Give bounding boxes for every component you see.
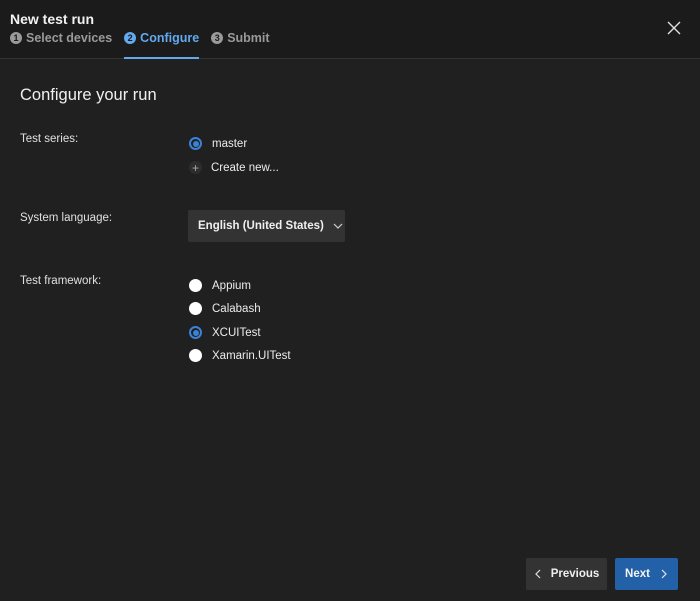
create-new-series-button[interactable]: + Create new...: [189, 161, 279, 175]
next-label: Next: [625, 568, 650, 580]
radio-framework-xamarin-uitest[interactable]: Xamarin.UITest: [189, 349, 291, 362]
radio-button-checked[interactable]: [189, 137, 202, 150]
page-heading: Configure your run: [20, 86, 157, 104]
chevron-down-icon: [333, 223, 343, 229]
test-framework-label: Test framework:: [20, 275, 102, 287]
next-button[interactable]: Next: [615, 558, 678, 590]
radio-label: XCUITest: [212, 326, 261, 339]
previous-button[interactable]: Previous: [526, 558, 607, 590]
radio-label: Appium: [212, 279, 251, 292]
radio-label: Calabash: [212, 302, 261, 315]
radio-button-checked[interactable]: [189, 326, 202, 339]
radio-framework-calabash[interactable]: Calabash: [189, 302, 261, 315]
radio-button[interactable]: [189, 302, 202, 315]
radio-framework-appium[interactable]: Appium: [189, 279, 251, 292]
radio-button[interactable]: [189, 279, 202, 292]
plus-icon: +: [189, 161, 202, 175]
step-label: Configure: [140, 31, 200, 45]
radio-test-series-master[interactable]: master: [189, 137, 247, 150]
dropdown-value: English (United States): [198, 220, 324, 232]
step-label: Select devices: [26, 31, 113, 45]
create-new-label: Create new...: [211, 161, 279, 174]
step-number-badge: 3: [211, 32, 224, 44]
radio-label: master: [212, 137, 248, 150]
chevron-left-icon: [534, 569, 541, 579]
radio-framework-xcuitest[interactable]: XCUITest: [189, 326, 261, 339]
system-language-dropdown[interactable]: English (United States): [188, 210, 345, 242]
radio-button[interactable]: [189, 349, 202, 362]
step-number-badge: 1: [10, 32, 22, 44]
chevron-right-icon: [661, 569, 667, 579]
dialog-title: New test run: [10, 11, 95, 27]
step-number-badge: 2: [124, 32, 137, 44]
system-language-label: System language:: [20, 212, 113, 224]
close-button[interactable]: [666, 20, 682, 36]
step-configure[interactable]: 2 Configure: [124, 31, 200, 59]
wizard-steps: 1 Select devices 2 Configure 3 Submit: [10, 31, 282, 59]
test-series-label: Test series:: [20, 133, 79, 145]
dialog-header: New test run 1 Select devices 2 Configur…: [0, 0, 700, 59]
close-icon: [667, 21, 681, 35]
radio-label: Xamarin.UITest: [212, 349, 291, 362]
step-select-devices[interactable]: 1 Select devices: [10, 31, 112, 59]
step-submit[interactable]: 3 Submit: [211, 31, 270, 59]
step-label: Submit: [227, 31, 270, 45]
previous-label: Previous: [550, 568, 600, 580]
